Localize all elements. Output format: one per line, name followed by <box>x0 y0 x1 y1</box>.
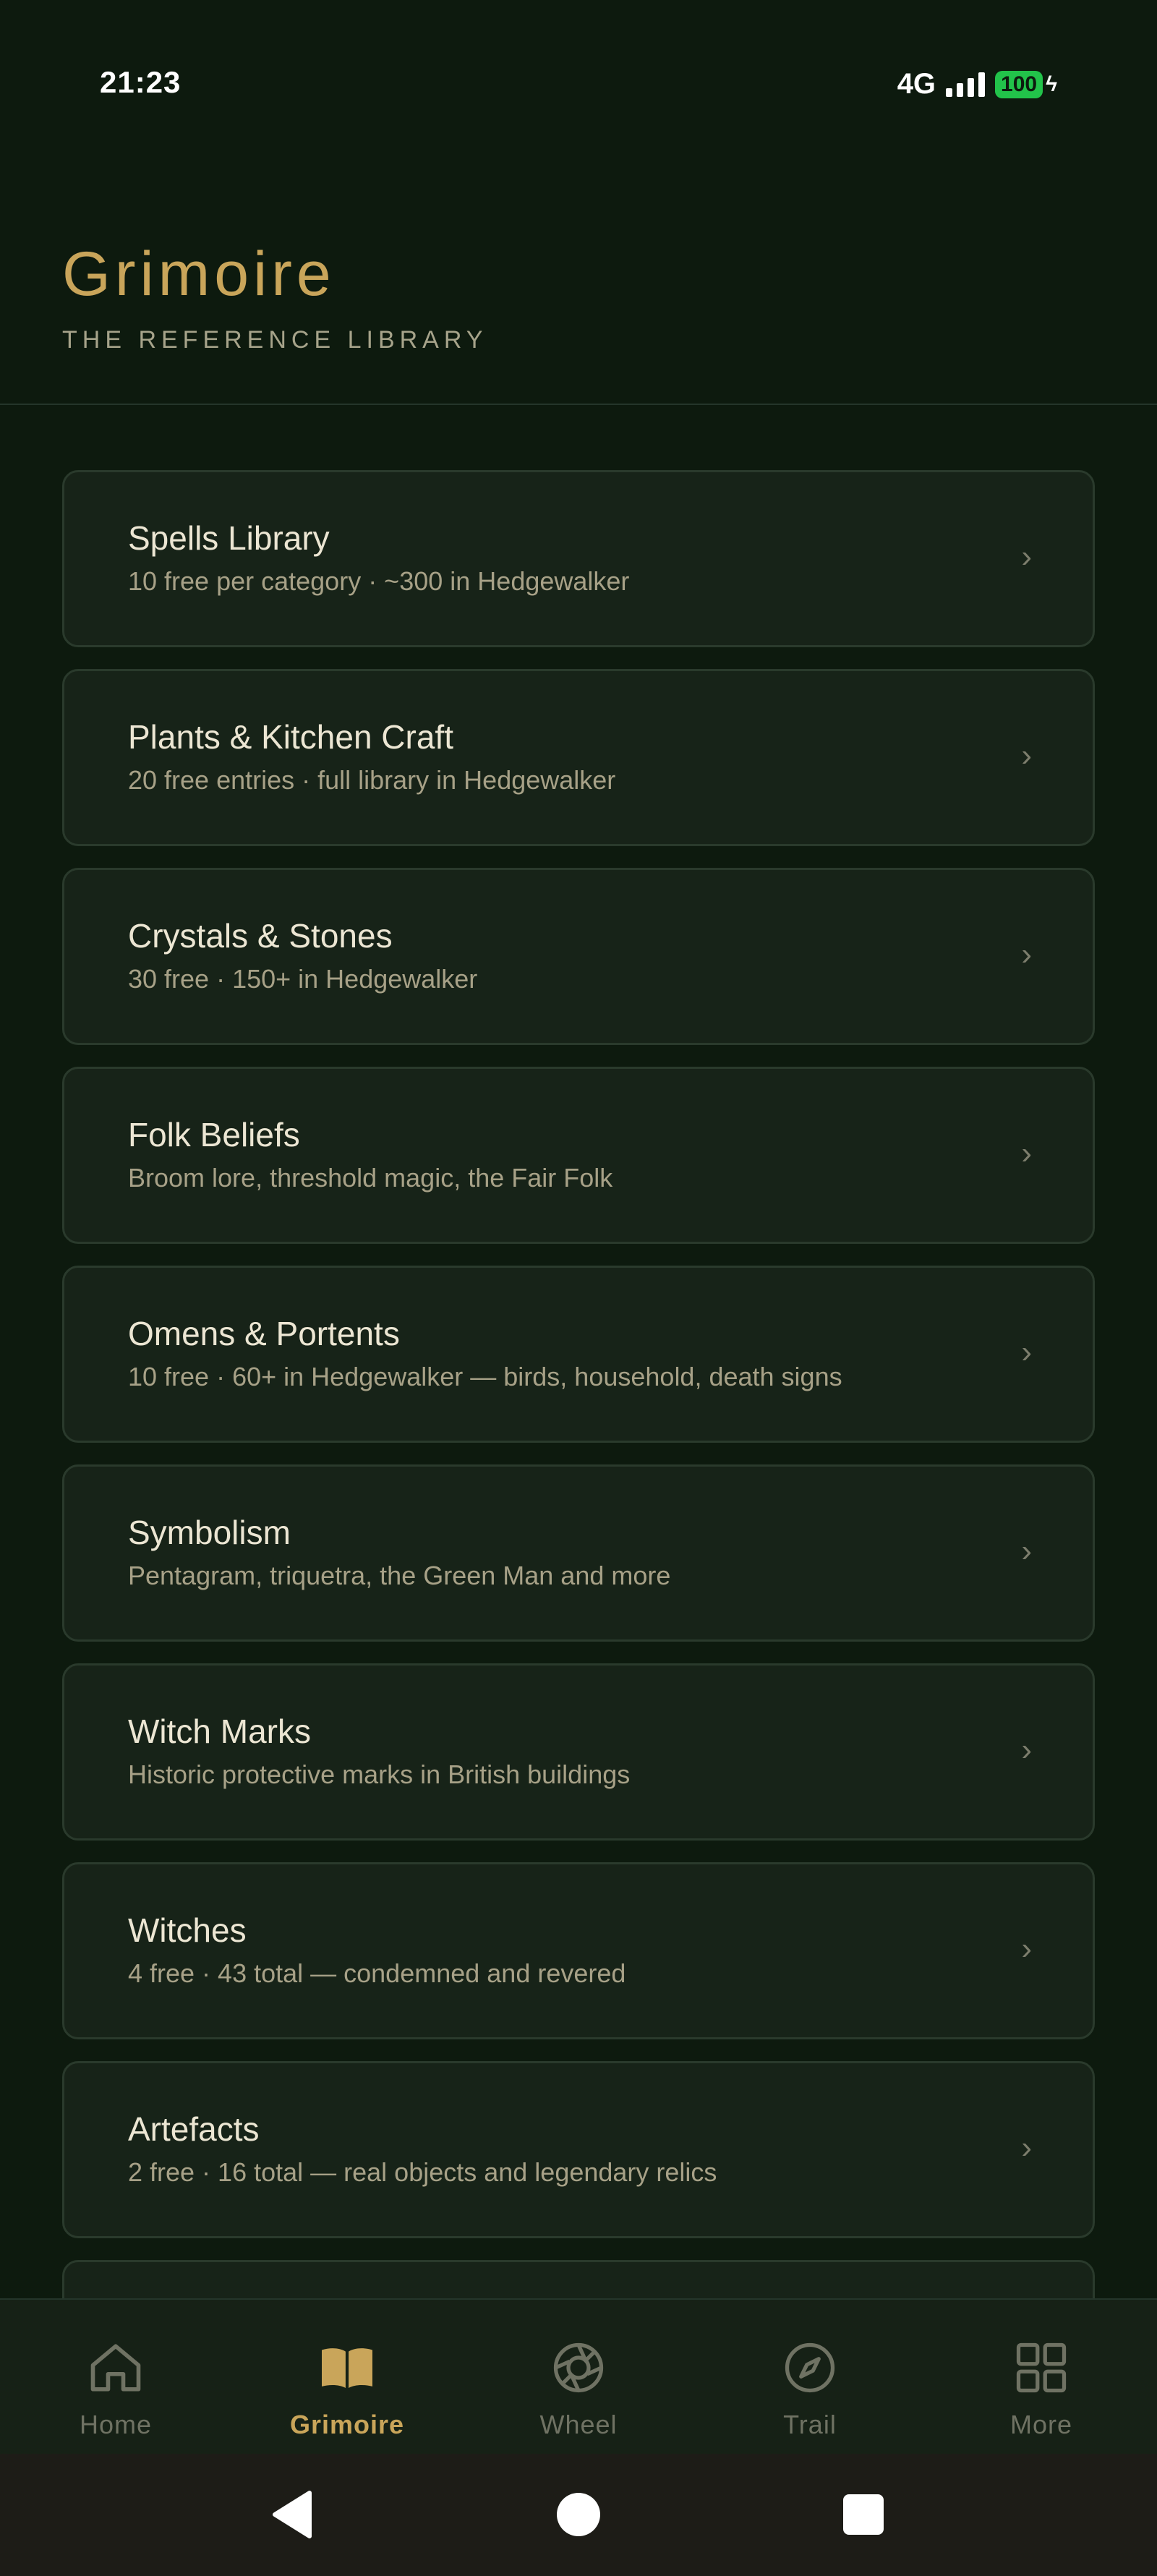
header-divider <box>0 404 1157 405</box>
wheel-icon <box>553 2342 604 2393</box>
category-description: 30 free · 150+ in Hedgewalker <box>128 964 478 994</box>
category-title: Witches <box>128 1911 247 1949</box>
home-button[interactable] <box>557 2493 600 2536</box>
status-indicators: 4G 100 ϟ <box>897 68 1057 101</box>
network-type: 4G <box>897 68 936 100</box>
category-list: Spells Library 10 free per category · ~3… <box>62 470 1095 2347</box>
nav-label: More <box>1009 2410 1073 2439</box>
page-header: Grimoire THE REFERENCE LIBRARY <box>62 239 487 354</box>
category-card-symbolism[interactable]: Symbolism Pentagram, triquetra, the Gree… <box>62 1464 1095 1642</box>
category-title: Artefacts <box>128 2110 260 2148</box>
nav-label: Wheel <box>539 2410 618 2439</box>
nav-trail[interactable]: Trail <box>694 2300 926 2455</box>
compass-icon <box>785 2342 835 2393</box>
category-title: Witch Marks <box>128 1713 311 1750</box>
chevron-right-icon: › <box>1021 738 1032 773</box>
status-bar: 21:23 4G 100 ϟ <box>0 0 1157 166</box>
page-subtitle: THE REFERENCE LIBRARY <box>62 326 488 354</box>
category-card-plants[interactable]: Plants & Kitchen Craft 20 free entries ·… <box>62 669 1095 846</box>
signal-icon <box>946 72 986 97</box>
category-title: Omens & Portents <box>128 1315 400 1352</box>
battery-icon: 100 ϟ <box>995 70 1057 98</box>
category-title: Symbolism <box>128 1514 291 1551</box>
chevron-right-icon: › <box>1021 2130 1032 2165</box>
nav-label: Trail <box>783 2410 837 2439</box>
nav-more[interactable]: More <box>926 2300 1157 2455</box>
grid-icon <box>1016 2342 1067 2393</box>
page-title: Grimoire <box>62 239 336 309</box>
category-card-spells[interactable]: Spells Library 10 free per category · ~3… <box>62 470 1095 647</box>
charging-icon: ϟ <box>1046 72 1057 96</box>
category-card-witch-marks[interactable]: Witch Marks Historic protective marks in… <box>62 1663 1095 1841</box>
chevron-right-icon: › <box>1021 1334 1032 1370</box>
category-description: Broom lore, threshold magic, the Fair Fo… <box>128 1163 613 1193</box>
category-card-crystals[interactable]: Crystals & Stones 30 free · 150+ in Hedg… <box>62 868 1095 1045</box>
category-card-omens[interactable]: Omens & Portents 10 free · 60+ in Hedgew… <box>62 1266 1095 1443</box>
category-title: Folk Beliefs <box>128 1116 300 1153</box>
nav-home[interactable]: Home <box>0 2300 231 2455</box>
category-description: 4 free · 43 total — condemned and revere… <box>128 1958 626 1988</box>
nav-grimoire[interactable]: Grimoire <box>231 2300 463 2455</box>
nav-label: Home <box>79 2410 153 2439</box>
category-description: Historic protective marks in British bui… <box>128 1760 631 1789</box>
category-description: Pentagram, triquetra, the Green Man and … <box>128 1561 671 1590</box>
chevron-right-icon: › <box>1021 1135 1032 1171</box>
category-description: 10 free · 60+ in Hedgewalker — birds, ho… <box>128 1362 842 1391</box>
category-description: 2 free · 16 total — real objects and leg… <box>128 2157 717 2187</box>
chevron-right-icon: › <box>1021 937 1032 972</box>
book-icon <box>322 2348 372 2388</box>
category-description: 10 free per category · ~300 in Hedgewalk… <box>128 566 630 596</box>
recents-button[interactable] <box>843 2494 884 2535</box>
nav-label: Grimoire <box>289 2410 405 2439</box>
chevron-right-icon: › <box>1021 1732 1032 1767</box>
chevron-right-icon: › <box>1021 539 1032 574</box>
category-card-folk-beliefs[interactable]: Folk Beliefs Broom lore, threshold magic… <box>62 1067 1095 1244</box>
chevron-right-icon: › <box>1021 1533 1032 1569</box>
category-card-artefacts[interactable]: Artefacts 2 free · 16 total — real objec… <box>62 2061 1095 2238</box>
category-card-witches[interactable]: Witches 4 free · 43 total — condemned an… <box>62 1862 1095 2039</box>
category-title: Plants & Kitchen Craft <box>128 718 453 756</box>
chevron-right-icon: › <box>1021 1931 1032 1966</box>
category-description: 20 free entries · full library in Hedgew… <box>128 765 616 795</box>
system-nav-bar <box>0 2454 1157 2576</box>
category-title: Spells Library <box>128 519 330 557</box>
home-icon <box>90 2344 141 2392</box>
nav-wheel[interactable]: Wheel <box>463 2300 694 2455</box>
bottom-nav: Home Grimoire Wheel Trail More <box>0 2298 1157 2455</box>
category-title: Crystals & Stones <box>128 917 393 955</box>
battery-level: 100 <box>995 70 1043 98</box>
status-time: 21:23 <box>100 65 182 99</box>
back-icon[interactable] <box>269 2490 315 2539</box>
